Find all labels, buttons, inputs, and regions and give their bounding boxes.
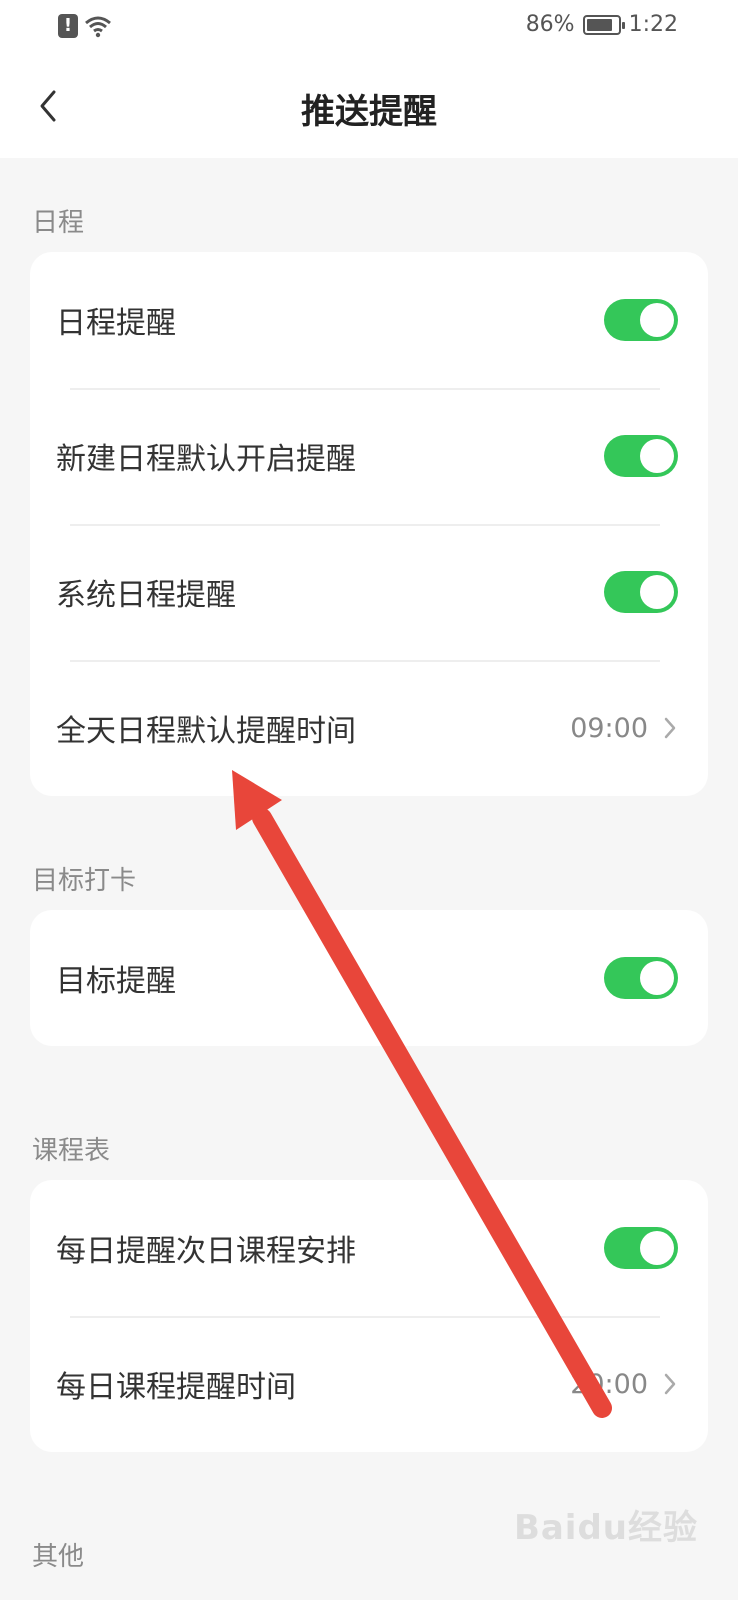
goal-reminder-toggle[interactable] <box>604 957 678 999</box>
wifi-icon <box>85 16 111 38</box>
schedule-card: 日程提醒 新建日程默认开启提醒 系统日程提醒 全天日程默认提醒时间 09:00 <box>30 252 708 796</box>
chevron-right-icon <box>664 717 676 739</box>
row-label: 系统日程提醒 <box>56 578 236 613</box>
new-schedule-default-reminder-toggle[interactable] <box>604 435 678 477</box>
section-label-schedule: 日程 <box>32 208 85 238</box>
goal-reminder-row[interactable]: 目标提醒 <box>30 910 708 1046</box>
new-schedule-default-reminder-row[interactable]: 新建日程默认开启提醒 <box>30 388 708 524</box>
daily-next-day-course-toggle[interactable] <box>604 1227 678 1269</box>
goal-card: 目标提醒 <box>30 910 708 1046</box>
toggle-knob <box>640 303 674 337</box>
battery-icon <box>582 14 625 35</box>
schedule-reminder-row[interactable]: 日程提醒 <box>30 252 708 388</box>
toggle-knob <box>640 1231 674 1265</box>
section-label-goal: 目标打卡 <box>32 866 137 896</box>
watermark: Baidu经验 <box>513 1508 698 1548</box>
system-schedule-reminder-row[interactable]: 系统日程提醒 <box>30 524 708 660</box>
row-label: 每日提醒次日课程安排 <box>56 1234 356 1269</box>
chevron-right-icon <box>664 1373 676 1395</box>
row-label: 新建日程默认开启提醒 <box>56 442 356 477</box>
clock: 1:22 <box>628 12 678 37</box>
toggle-knob <box>640 439 674 473</box>
row-label: 日程提醒 <box>56 306 176 341</box>
page-title: 推送提醒 <box>301 92 437 132</box>
row-label: 全天日程默认提醒时间 <box>56 714 356 749</box>
status-bar: ! 86% 1:22 <box>0 0 738 56</box>
timetable-card: 每日提醒次日课程安排 每日课程提醒时间 20:00 <box>30 1180 708 1452</box>
daily-next-day-course-reminder-row[interactable]: 每日提醒次日课程安排 <box>30 1180 708 1316</box>
all-day-reminder-time-value: 09:00 <box>570 712 648 744</box>
battery-percent: 86% <box>525 12 575 37</box>
row-label: 每日课程提醒时间 <box>56 1370 296 1405</box>
nav-bar: 推送提醒 <box>0 56 738 158</box>
toggle-knob <box>640 961 674 995</box>
daily-course-reminder-time-row[interactable]: 每日课程提醒时间 20:00 <box>30 1316 708 1452</box>
system-schedule-reminder-toggle[interactable] <box>604 571 678 613</box>
all-day-reminder-time-row[interactable]: 全天日程默认提醒时间 09:00 <box>30 660 708 796</box>
schedule-reminder-toggle[interactable] <box>604 299 678 341</box>
daily-course-reminder-time-value: 20:00 <box>570 1368 648 1400</box>
row-label: 目标提醒 <box>56 964 176 999</box>
section-label-other: 其他 <box>32 1542 85 1572</box>
toggle-knob <box>640 575 674 609</box>
alert-icon: ! <box>58 14 78 38</box>
section-label-timetable: 课程表 <box>32 1136 111 1166</box>
